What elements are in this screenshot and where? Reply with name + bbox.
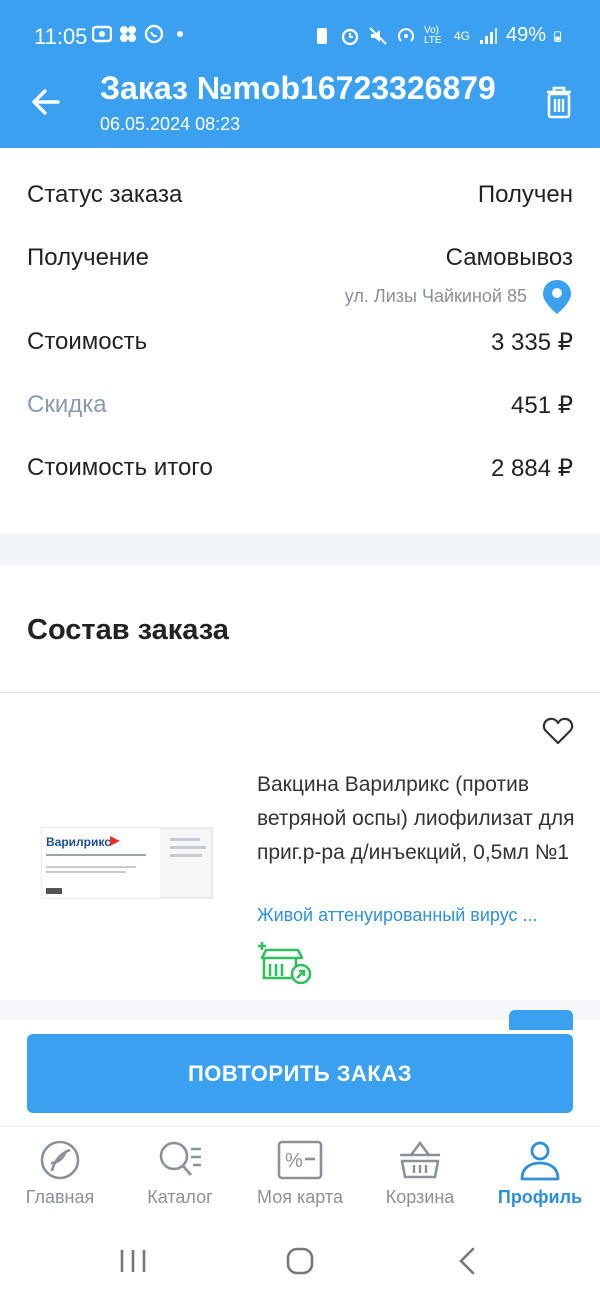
recent-apps-icon[interactable] xyxy=(113,1244,153,1278)
page-title: Заказ №mob16723326879 xyxy=(100,70,496,106)
location-pin-icon[interactable] xyxy=(540,278,574,316)
back-button-icon[interactable] xyxy=(448,1244,488,1278)
repeat-order-button[interactable]: ПОВТОРИТЬ ЗАКАЗ xyxy=(27,1034,573,1113)
back-arrow-icon[interactable] xyxy=(28,84,64,120)
discount-label: Скидка xyxy=(27,391,107,418)
status-bar: 11:05 Vo) LTE 4G 49% xyxy=(0,0,600,70)
product-image[interactable]: Варилрикс xyxy=(40,824,214,904)
total-value: 2 884 ₽ xyxy=(491,455,573,482)
cost-value: 3 335 ₽ xyxy=(491,329,573,356)
system-icons: Vo) LTE 4G 49% xyxy=(312,24,566,47)
status-label: Статус заказа xyxy=(27,181,183,208)
network-label: 4G xyxy=(453,28,470,43)
battery-saver-icon xyxy=(316,27,327,44)
svg-text:%: % xyxy=(285,1150,303,1172)
notification-icon xyxy=(92,25,112,43)
home-icon xyxy=(40,1140,80,1180)
pickup-address[interactable]: ул. Лизы Чайкиной 85 xyxy=(345,286,527,307)
battery-icon xyxy=(554,30,562,42)
signal-icon xyxy=(479,27,497,44)
delivery-value: Самовывоз xyxy=(445,244,573,271)
nav-label-profile: Профиль xyxy=(497,1187,583,1207)
nav-item-catalog[interactable]: Каталог xyxy=(120,1139,240,1208)
fan-icon xyxy=(120,26,136,42)
status-time: 11:05 xyxy=(34,24,88,49)
nav-label-catalog: Каталог xyxy=(147,1187,213,1207)
status-value: Получен xyxy=(477,181,573,208)
discount-value: 451 ₽ xyxy=(511,392,573,419)
profile-icon xyxy=(520,1141,560,1181)
heart-icon[interactable] xyxy=(542,716,574,746)
card-icon: % xyxy=(277,1140,323,1180)
cost-label: Стоимость xyxy=(27,328,148,355)
order-date: 06.05.2024 08:23 xyxy=(100,114,241,134)
product-name[interactable]: Вакцина Варилрикс (против ветряной оспы)… xyxy=(257,768,577,870)
dot-icon xyxy=(177,31,183,37)
system-navigation xyxy=(0,1226,600,1299)
product-brand-text: Варилрикс xyxy=(46,835,111,849)
volte-label: Vo) LTE xyxy=(423,24,442,46)
notification-icons xyxy=(92,24,190,44)
add-to-cart-button-peek[interactable] xyxy=(509,1010,573,1030)
app-header: 11:05 Vo) LTE 4G 49% Заказ №mob167233268… xyxy=(0,0,600,148)
whatsapp-icon xyxy=(144,24,164,44)
nav-item-card[interactable]: % Моя карта xyxy=(240,1139,360,1208)
store-pickup-icon xyxy=(258,942,312,984)
hotspot-icon xyxy=(398,27,414,42)
nav-label-basket: Корзина xyxy=(385,1187,455,1207)
delivery-label: Получение xyxy=(27,244,149,271)
total-label: Стоимость итого xyxy=(27,454,213,481)
bottom-navigation: Главная Каталог % Моя карта Корзина Проф… xyxy=(0,1126,600,1226)
product-description[interactable]: Живой аттенуированный вирус ... xyxy=(257,905,577,926)
trash-icon[interactable] xyxy=(542,84,576,120)
nav-item-home[interactable]: Главная xyxy=(0,1139,120,1208)
composition-title: Состав заказа xyxy=(27,614,229,646)
battery-percent: 49% xyxy=(505,24,546,46)
basket-icon xyxy=(400,1140,440,1179)
catalog-icon xyxy=(159,1141,201,1176)
alarm-icon xyxy=(341,28,359,45)
nav-label-card: Моя карта xyxy=(257,1187,343,1207)
home-button-icon[interactable] xyxy=(280,1244,320,1278)
divider-line xyxy=(0,692,600,693)
section-divider xyxy=(0,534,600,566)
mute-icon xyxy=(369,26,387,45)
nav-label-home: Главная xyxy=(25,1187,95,1207)
nav-item-profile[interactable]: Профиль xyxy=(480,1139,600,1208)
nav-item-basket[interactable]: Корзина xyxy=(360,1139,480,1208)
